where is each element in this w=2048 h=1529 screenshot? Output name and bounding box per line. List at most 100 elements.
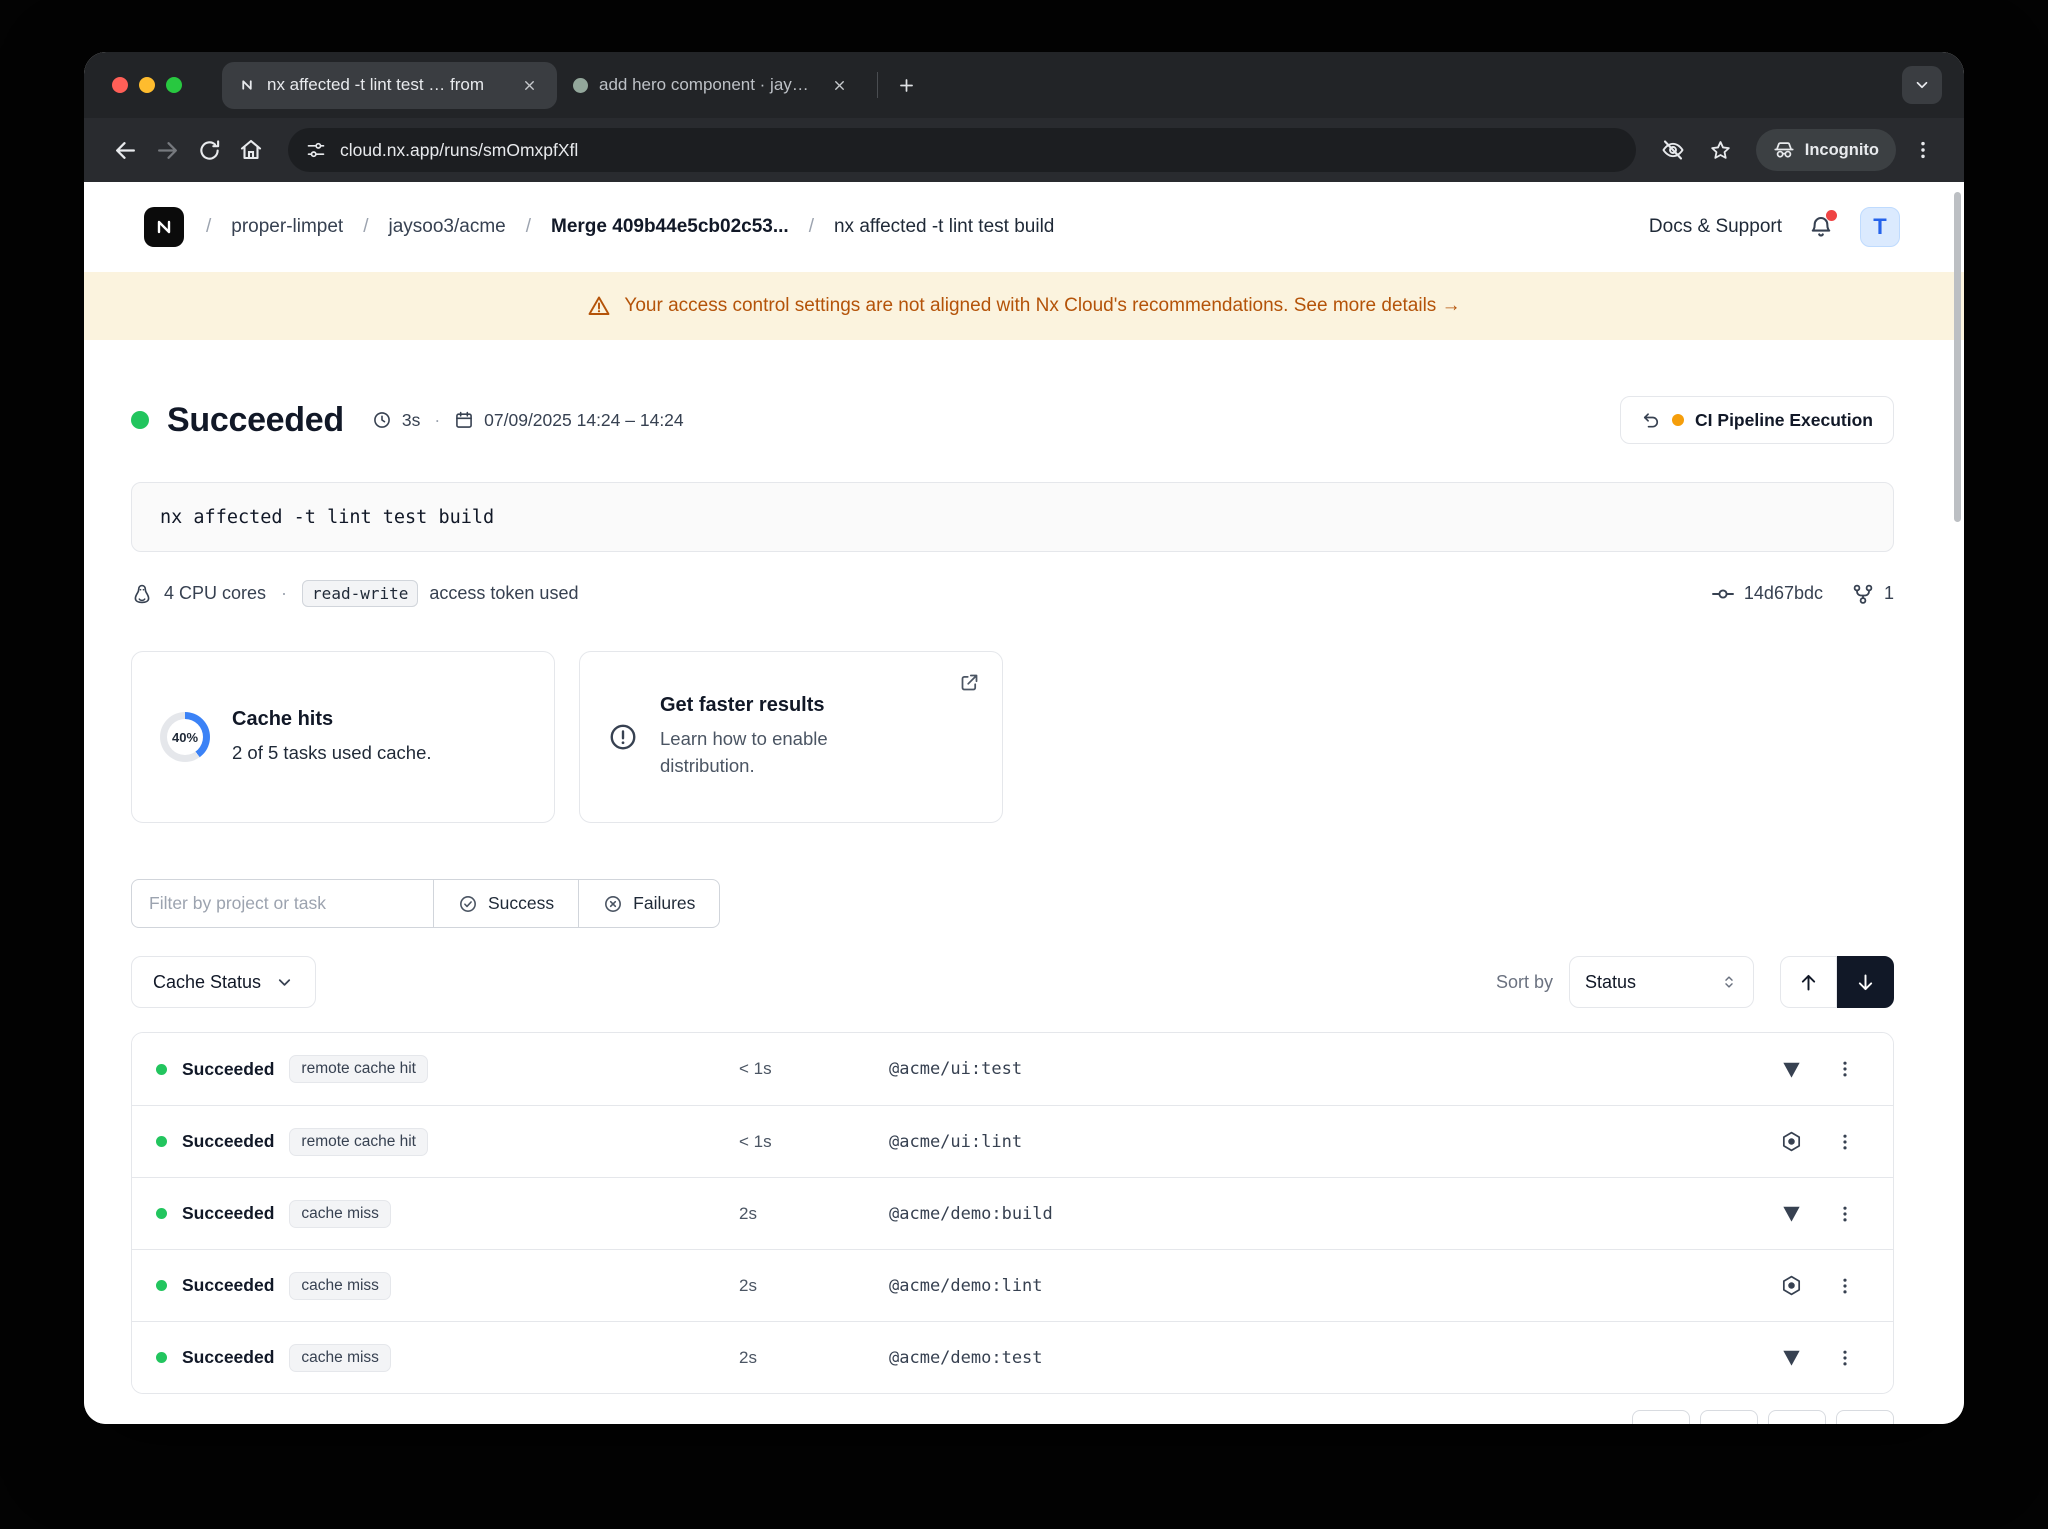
eslint-icon xyxy=(1780,1130,1803,1153)
status-dot xyxy=(156,1064,167,1075)
row-menu-icon[interactable] xyxy=(1827,1051,1863,1087)
cache-hits-ring: 40% xyxy=(160,712,210,762)
docs-support-link[interactable]: Docs & Support xyxy=(1649,216,1782,238)
sort-ascending-button[interactable] xyxy=(1780,956,1837,1008)
access-token-chip: read-write xyxy=(302,580,418,607)
commit-sha[interactable]: 14d67bdc xyxy=(1744,583,1823,604)
breadcrumb-repo[interactable]: jaysoo3/acme xyxy=(389,216,506,238)
branch-graph-icon xyxy=(1851,582,1875,606)
failures-filter-button[interactable]: Failures xyxy=(578,879,720,928)
filter-input[interactable] xyxy=(131,879,434,928)
window-controls xyxy=(112,77,182,93)
task-name: @acme/ui:test xyxy=(889,1059,1759,1079)
cache-badge: cache miss xyxy=(289,1272,391,1300)
status-dot xyxy=(156,1208,167,1219)
pagination-button[interactable] xyxy=(1768,1410,1826,1424)
breadcrumb-run[interactable]: nx affected -t lint test build xyxy=(834,216,1054,238)
access-control-banner[interactable]: Your access control settings are not ali… xyxy=(84,272,1964,340)
git-commit-icon xyxy=(1711,582,1735,606)
success-filter-button[interactable]: Success xyxy=(433,879,579,928)
cache-hits-title: Cache hits xyxy=(232,708,432,731)
forward-button[interactable] xyxy=(146,129,188,171)
close-tab-icon[interactable] xyxy=(517,73,541,97)
task-list: Succeeded remote cache hit < 1s @acme/ui… xyxy=(131,1032,1894,1394)
get-faster-results-card[interactable]: Get faster results Learn how to enable d… xyxy=(579,651,1003,823)
faster-results-title: Get faster results xyxy=(660,694,870,717)
row-menu-icon[interactable] xyxy=(1827,1196,1863,1232)
cache-percent: 40% xyxy=(172,730,198,745)
bookmark-star-icon[interactable] xyxy=(1700,129,1742,171)
pipeline-button-label: CI Pipeline Execution xyxy=(1695,410,1873,431)
arrow-up-icon xyxy=(1798,972,1819,993)
tab-title: nx affected -t lint test … from xyxy=(267,75,506,95)
browser-window: nx affected -t lint test … from add hero… xyxy=(84,52,1964,1424)
row-menu-icon[interactable] xyxy=(1827,1268,1863,1304)
task-row[interactable]: Succeeded remote cache hit < 1s @acme/ui… xyxy=(132,1105,1893,1177)
tab-nx-run[interactable]: nx affected -t lint test … from xyxy=(222,62,557,109)
back-button[interactable] xyxy=(104,129,146,171)
cache-status-dropdown[interactable]: Cache Status xyxy=(131,956,316,1008)
breadcrumb: / proper-limpet / jaysoo3/acme / Merge 4… xyxy=(206,216,1054,238)
avatar[interactable]: T xyxy=(1860,207,1900,247)
filter-row: Success Failures xyxy=(131,879,1894,928)
tab-overflow-chevron-icon[interactable] xyxy=(1902,66,1942,104)
banner-text[interactable]: Your access control settings are not ali… xyxy=(624,295,1460,317)
run-meta-row: 4 CPU cores · read-write access token us… xyxy=(131,580,1894,607)
browser-menu-icon[interactable] xyxy=(1902,129,1944,171)
task-row[interactable]: Succeeded cache miss 2s @acme/demo:lint xyxy=(132,1249,1893,1321)
close-tab-icon[interactable] xyxy=(827,73,851,97)
address-bar[interactable]: cloud.nx.app/runs/smOmxpfXfl xyxy=(288,128,1636,172)
eye-off-icon[interactable] xyxy=(1652,129,1694,171)
run-status-title: Succeeded xyxy=(167,401,344,440)
tab-title: add hero component · jaysoo xyxy=(599,75,816,95)
task-row[interactable]: Succeeded cache miss 2s @acme/demo:test xyxy=(132,1321,1893,1393)
row-menu-icon[interactable] xyxy=(1827,1340,1863,1376)
alert-circle-icon xyxy=(608,722,638,752)
cache-badge: cache miss xyxy=(289,1344,391,1372)
close-window-button[interactable] xyxy=(112,77,128,93)
site-settings-icon[interactable] xyxy=(306,140,326,160)
task-row[interactable]: Succeeded remote cache hit < 1s @acme/ui… xyxy=(132,1033,1893,1105)
pagination xyxy=(1632,1410,1894,1424)
ci-pipeline-execution-button[interactable]: CI Pipeline Execution xyxy=(1620,396,1894,444)
task-name: @acme/ui:lint xyxy=(889,1132,1759,1152)
pagination-button[interactable] xyxy=(1700,1410,1758,1424)
cache-badge: remote cache hit xyxy=(289,1055,428,1083)
eslint-icon xyxy=(1780,1274,1803,1297)
scrollbar-thumb[interactable] xyxy=(1954,192,1961,522)
maximize-window-button[interactable] xyxy=(166,77,182,93)
faster-results-subtitle: Learn how to enable distribution. xyxy=(660,726,870,780)
return-arrow-icon xyxy=(1641,410,1661,430)
task-duration: 2s xyxy=(739,1204,889,1224)
task-name: @acme/demo:lint xyxy=(889,1276,1759,1296)
home-button[interactable] xyxy=(230,129,272,171)
row-menu-icon[interactable] xyxy=(1827,1124,1863,1160)
nx-favicon-icon xyxy=(238,76,256,94)
status-dot xyxy=(156,1280,167,1291)
sort-by-label: Sort by xyxy=(1496,972,1553,993)
task-row[interactable]: Succeeded cache miss 2s @acme/demo:build xyxy=(132,1177,1893,1249)
breadcrumb-commit[interactable]: Merge 409b44e5cb02c53... xyxy=(551,216,789,238)
run-command: nx affected -t lint test build xyxy=(131,482,1894,552)
minimize-window-button[interactable] xyxy=(139,77,155,93)
status-dot xyxy=(156,1352,167,1363)
reload-button[interactable] xyxy=(188,129,230,171)
page-content: / proper-limpet / jaysoo3/acme / Merge 4… xyxy=(84,182,1964,1424)
nx-logo-icon[interactable] xyxy=(144,207,184,247)
new-tab-button[interactable] xyxy=(888,67,924,103)
breadcrumb-workspace[interactable]: proper-limpet xyxy=(231,216,343,238)
branch-count[interactable]: 1 xyxy=(1884,583,1894,604)
check-circle-icon xyxy=(458,894,478,914)
sort-select[interactable]: Status xyxy=(1569,956,1754,1008)
vite-icon xyxy=(1780,1202,1803,1225)
pagination-button[interactable] xyxy=(1632,1410,1690,1424)
notifications-bell-icon[interactable] xyxy=(1808,214,1834,240)
incognito-icon xyxy=(1773,139,1795,161)
sort-descending-button[interactable] xyxy=(1837,956,1894,1008)
tab-divider xyxy=(877,72,878,98)
external-link-icon[interactable] xyxy=(959,672,980,693)
pagination-button[interactable] xyxy=(1836,1410,1894,1424)
tab-hero-component[interactable]: add hero component · jaysoo xyxy=(557,62,867,109)
notification-dot xyxy=(1826,210,1837,221)
run-duration: 3s xyxy=(402,410,420,431)
